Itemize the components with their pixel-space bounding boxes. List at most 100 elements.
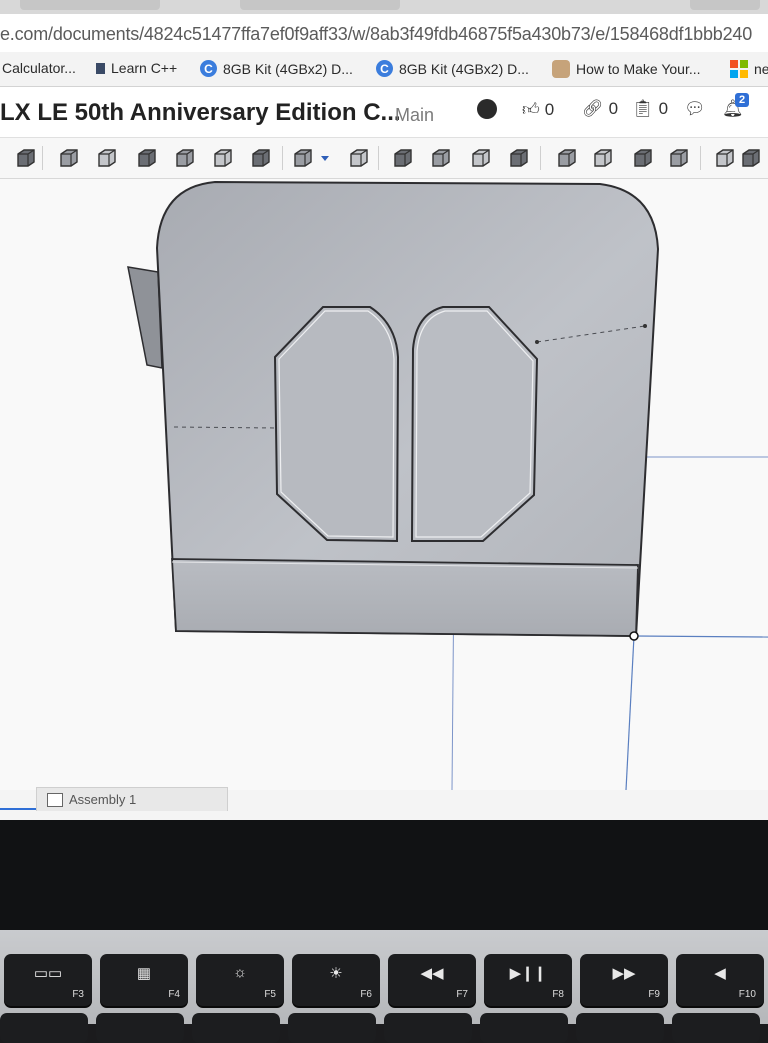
chevron-down-icon[interactable] xyxy=(320,147,330,169)
side-tab[interactable] xyxy=(127,266,163,369)
bookmark-label: ne xyxy=(754,61,768,77)
window-cutout-left[interactable] xyxy=(273,306,400,543)
bookmark-how-to[interactable]: How to Make Your... xyxy=(552,60,701,78)
key-f7[interactable]: ◀◀ F7 xyxy=(388,954,476,1006)
like-count: 0 xyxy=(544,99,555,119)
delete-part-icon[interactable] xyxy=(508,147,530,169)
key-symbol-icon: ◀◀ xyxy=(420,965,444,982)
url-text[interactable]: e.com/documents/4824c51477ffa7ef0f9aff33… xyxy=(0,24,752,45)
tab-assembly-1[interactable]: Assembly 1 xyxy=(36,787,228,811)
graphics-area[interactable] xyxy=(0,179,768,791)
plane-icon[interactable] xyxy=(740,147,762,169)
boolean-icon[interactable] xyxy=(392,147,414,169)
address-bar[interactable]: e.com/documents/4824c51477ffa7ef0f9aff33… xyxy=(0,14,768,53)
bookmark-calculator[interactable]: Calculator... xyxy=(2,60,76,76)
key-f10[interactable]: ◀ F10 xyxy=(676,954,764,1006)
key-f5[interactable]: ☼ F5 xyxy=(196,954,284,1006)
clipboard-icon: 📋︎ xyxy=(632,99,654,118)
key-symbol-icon: ☼ xyxy=(233,964,247,981)
replace-face-icon[interactable] xyxy=(632,147,654,169)
number-key[interactable] xyxy=(672,1013,760,1043)
split-icon[interactable] xyxy=(430,147,452,169)
document-title[interactable]: LX LE 50th Anniversary Edition C... xyxy=(0,99,401,127)
selected-vertex[interactable] xyxy=(629,631,639,641)
bookmark-ram-kit-2[interactable]: C 8GB Kit (4GBx2) D... xyxy=(376,60,529,77)
branch-label[interactable]: Main xyxy=(395,105,434,126)
key-label: F5 xyxy=(264,989,276,1000)
bookmark-label: Learn C++ xyxy=(111,60,178,76)
key-label: F10 xyxy=(738,989,756,1000)
share-button[interactable] xyxy=(477,99,497,119)
doc-icon xyxy=(96,62,105,74)
model-viewport[interactable] xyxy=(0,179,768,791)
delete-face-icon[interactable] xyxy=(592,147,614,169)
c-logo-icon: C xyxy=(376,60,393,77)
pattern-icon[interactable] xyxy=(292,147,314,169)
key-label: F6 xyxy=(360,989,372,1000)
fillet-icon[interactable] xyxy=(250,147,272,169)
sweep-icon[interactable] xyxy=(136,147,158,169)
hand-icon xyxy=(552,60,570,78)
copy-count: 0 xyxy=(658,99,669,118)
toolbar-separator xyxy=(282,146,283,170)
number-key[interactable] xyxy=(288,1013,376,1043)
browser-tab[interactable] xyxy=(690,0,760,10)
bookmarks-bar: Calculator... Learn C++ C 8GB Kit (4GBx2… xyxy=(0,52,768,87)
key-label: F3 xyxy=(72,989,84,1000)
part-base-flange[interactable] xyxy=(171,558,639,637)
key-f6[interactable]: ☀ F6 xyxy=(292,954,380,1006)
number-key[interactable] xyxy=(384,1013,472,1043)
tab-indicator xyxy=(0,808,36,810)
key-symbol-icon: ◀ xyxy=(714,965,726,982)
number-key[interactable] xyxy=(576,1013,664,1043)
number-key[interactable] xyxy=(192,1013,280,1043)
loft-icon[interactable] xyxy=(174,147,196,169)
assembly-icon xyxy=(47,792,63,807)
mirror-icon[interactable] xyxy=(348,147,370,169)
number-key[interactable] xyxy=(480,1013,568,1043)
feature-toolbar xyxy=(0,138,768,179)
sketch-icon[interactable] xyxy=(15,147,37,169)
sheet-metal-icon[interactable] xyxy=(714,147,736,169)
link-count: 0 xyxy=(608,99,619,118)
thicken-icon[interactable] xyxy=(212,147,234,169)
browser-tab[interactable] xyxy=(240,0,400,10)
bookmark-ms[interactable]: ne xyxy=(730,60,768,78)
key-f3[interactable]: ▭▭ F3 xyxy=(4,954,92,1006)
link-icon: 🔗︎ xyxy=(582,99,604,118)
key-symbol-icon: ▶❙❙ xyxy=(509,965,547,982)
document-header: LX LE 50th Anniversary Edition C... Main… xyxy=(0,87,768,138)
copies-button[interactable]: 📋︎ 0 xyxy=(632,99,668,119)
offset-surface-icon[interactable] xyxy=(668,147,690,169)
key-symbol-icon: ▭▭ xyxy=(33,965,63,982)
key-symbol-icon: ☀ xyxy=(329,965,343,982)
key-symbol-icon: ▶▶ xyxy=(612,965,636,982)
window-cutout-right[interactable] xyxy=(410,306,539,542)
browser-tab[interactable] xyxy=(20,0,160,10)
speech-bubble-icon: 💬︎ xyxy=(684,99,706,118)
key-f8[interactable]: ▶❙❙ F8 xyxy=(484,954,572,1006)
extrude-icon[interactable] xyxy=(58,147,80,169)
globe-icon xyxy=(477,99,497,119)
bookmark-label: How to Make Your... xyxy=(576,61,701,77)
comments-button[interactable]: 💬︎ xyxy=(684,99,706,119)
key-f4[interactable]: ▦ F4 xyxy=(100,954,188,1006)
browser-tab-strip xyxy=(0,0,768,14)
toolbar-separator xyxy=(42,146,43,170)
toolbar-separator xyxy=(540,146,541,170)
key-f9[interactable]: ▶▶ F9 xyxy=(580,954,668,1006)
bookmark-learn-cpp[interactable]: Learn C++ xyxy=(96,60,177,76)
like-button[interactable]: 👍︎ 0 xyxy=(522,99,554,120)
key-label: F7 xyxy=(456,989,468,1000)
number-key[interactable] xyxy=(0,1013,88,1043)
links-button[interactable]: 🔗︎ 0 xyxy=(582,99,618,119)
bookmark-label: 8GB Kit (4GBx2) D... xyxy=(399,60,529,77)
notification-badge: 2 xyxy=(735,93,750,107)
c-logo-icon: C xyxy=(200,60,217,77)
transform-icon[interactable] xyxy=(470,147,492,169)
revolve-icon[interactable] xyxy=(96,147,118,169)
move-face-icon[interactable] xyxy=(556,147,578,169)
bookmark-ram-kit-1[interactable]: C 8GB Kit (4GBx2) D... xyxy=(200,60,353,77)
number-key[interactable] xyxy=(96,1013,184,1043)
microsoft-icon xyxy=(730,60,748,78)
